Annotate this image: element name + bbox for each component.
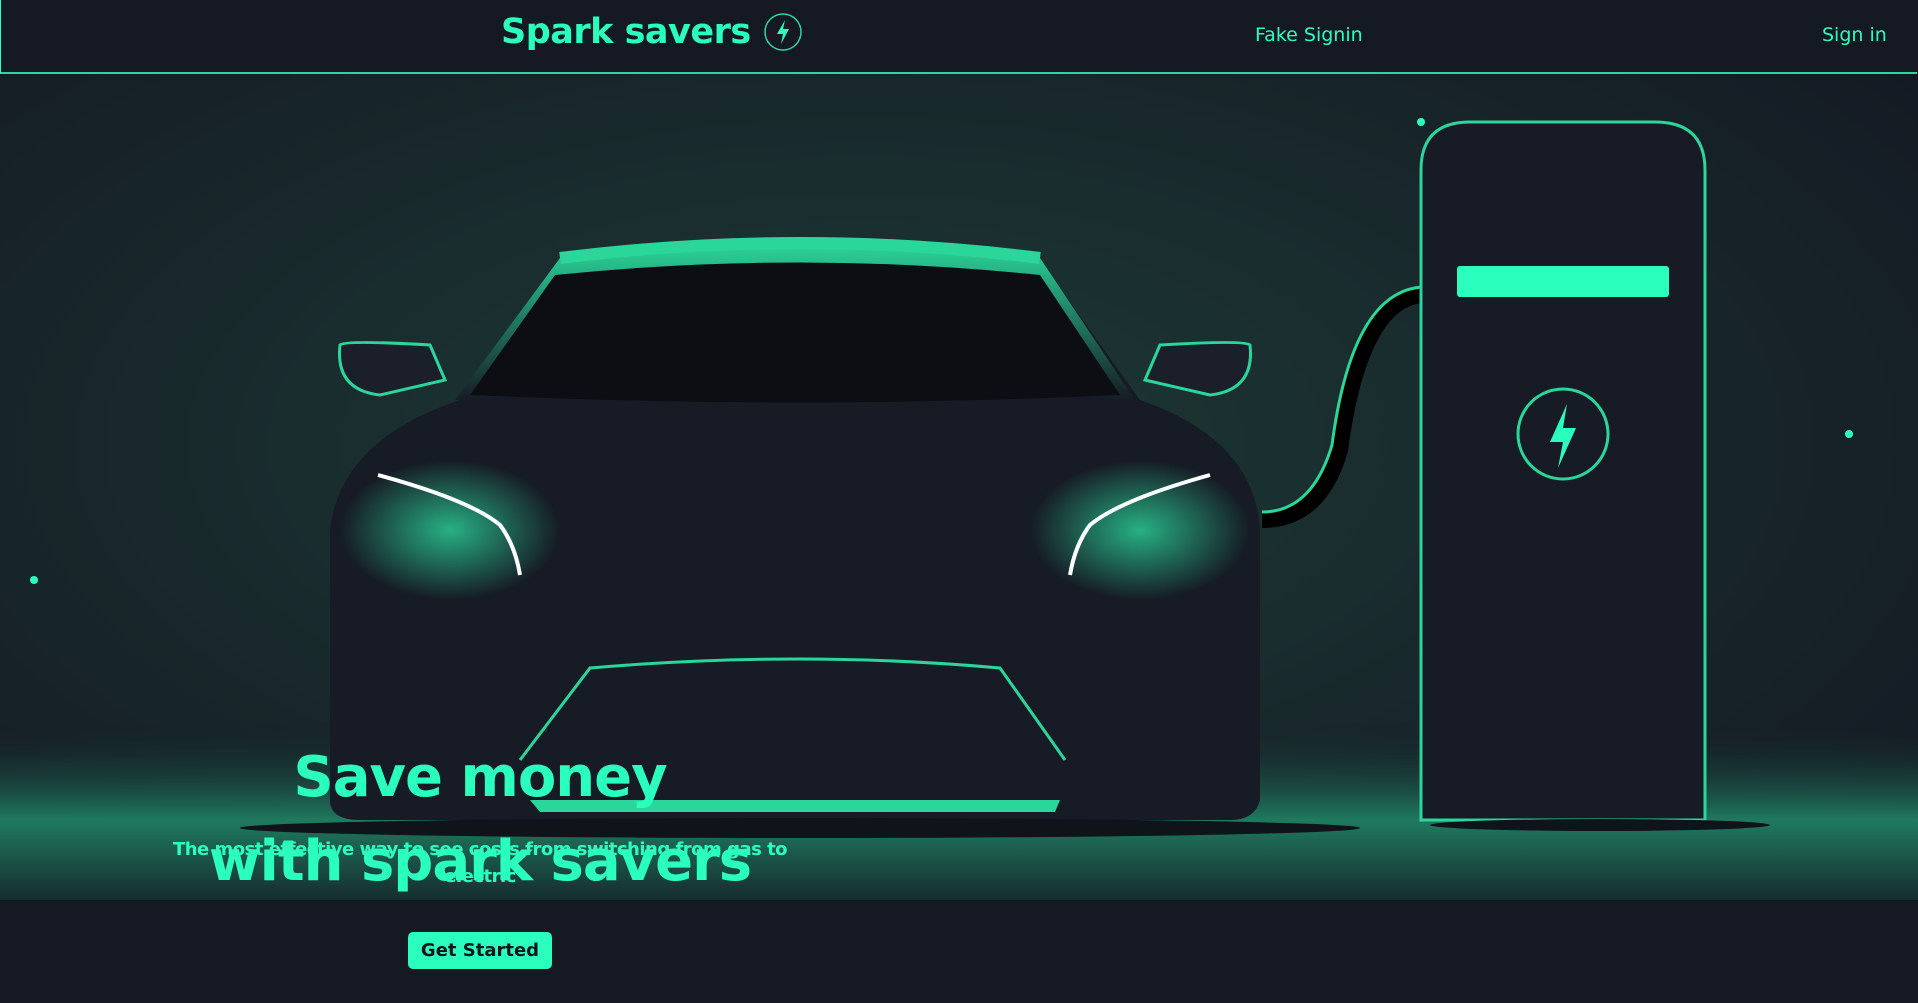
- get-started-button[interactable]: Get Started: [408, 932, 552, 969]
- brand-logo[interactable]: Spark savers: [501, 12, 803, 52]
- nav-fake-signin[interactable]: Fake Signin: [1255, 24, 1363, 46]
- brand-name: Spark savers: [501, 12, 751, 52]
- nav-sign-in[interactable]: Sign in: [1822, 24, 1887, 46]
- lightning-bolt-circle-icon: [763, 13, 802, 51]
- hero-subtitle: The most effective way to see costs from…: [172, 839, 788, 887]
- headline-line-1: Save money: [293, 745, 667, 810]
- top-nav-bar: Spark savers Fake Signin Sign in: [0, 0, 1917, 74]
